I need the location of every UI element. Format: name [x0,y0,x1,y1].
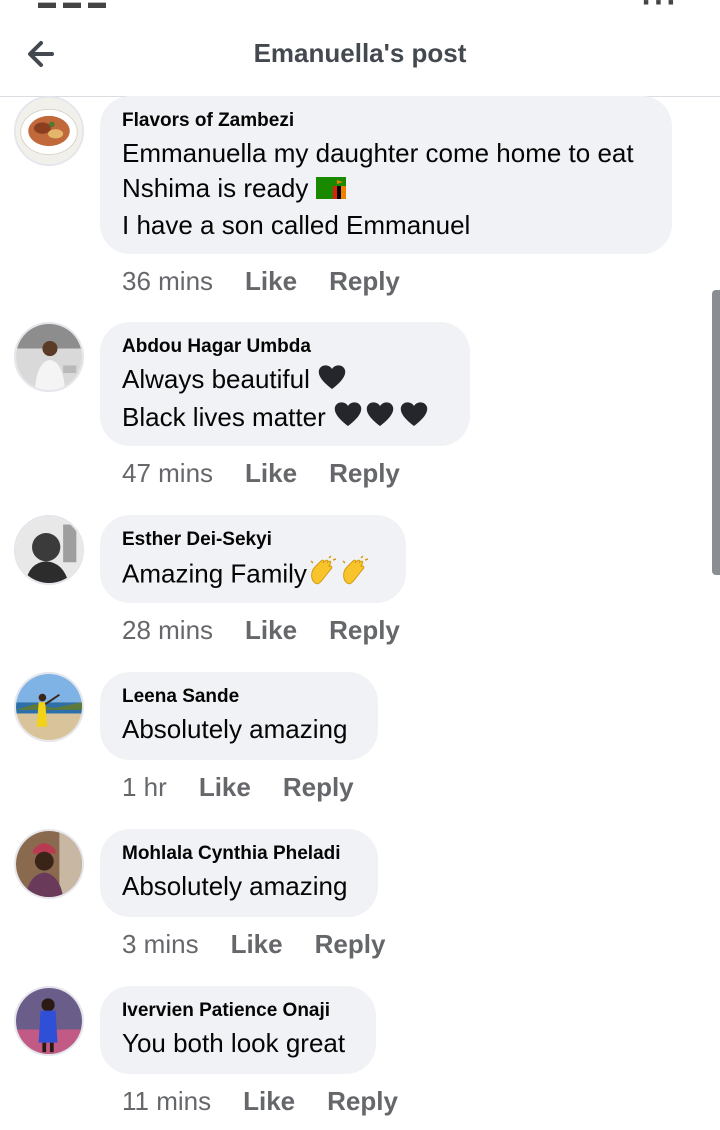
comment-bubble: Mohlala Cynthia Pheladi Absolutely amazi… [100,829,378,917]
reply-button[interactable]: Reply [329,458,400,489]
comment-text-line: Black lives matter [122,401,326,432]
beach-avatar-icon [16,674,82,740]
avatar[interactable] [14,515,84,585]
like-button[interactable]: Like [245,266,297,297]
person-avatar-icon [16,988,82,1054]
comment-author[interactable]: Leena Sande [122,686,354,708]
comment-text-line: I have a son called Emmanuel [122,209,471,240]
scrollbar[interactable] [712,290,720,575]
comment-timestamp[interactable]: 11 mins [122,1086,211,1117]
person-avatar-icon [16,517,82,583]
status-bar: ▬ ▬ ▬ ▪▪▪ [0,0,720,14]
like-button[interactable]: Like [245,458,297,489]
reply-button[interactable]: Reply [329,266,400,297]
comment-timestamp[interactable]: 47 mins [122,458,213,489]
comment-timestamp[interactable]: 36 mins [122,266,213,297]
comment-bubble: Esther Dei-Sekyi Amazing Family [100,515,406,603]
food-plate-avatar-icon [16,98,82,164]
comment-bubble: Abdou Hagar Umbda Always beautiful Black… [100,322,470,446]
comment-actions: 3 mins Like Reply [122,929,417,960]
comment-timestamp[interactable]: 3 mins [122,929,199,960]
post-header: Emanuella's post [0,14,720,97]
comment-text-line: Nshima is ready [122,173,309,203]
comment-actions: 28 mins Like Reply [122,615,432,646]
comment-text-line: Amazing Family [122,558,307,589]
reply-button[interactable]: Reply [327,1086,398,1117]
clapping-hands-emoji [339,555,371,596]
like-button[interactable]: Like [231,929,283,960]
status-icons-cropped: ▪▪▪ [642,0,680,12]
like-button[interactable]: Like [199,772,251,803]
black-heart-emoji [333,400,363,437]
avatar[interactable] [14,986,84,1056]
avatar[interactable] [14,96,84,166]
comment-text-line: You both look great [122,1028,346,1058]
comment-actions: 36 mins Like Reply [122,266,432,297]
comment-actions: 11 mins Like Reply [122,1086,430,1117]
avatar[interactable] [14,322,84,392]
person-avatar-icon [16,831,82,897]
black-heart-emoji [317,363,347,400]
comment-author[interactable]: Flavors of Zambezi [122,110,648,132]
person-avatar-icon [16,324,82,390]
comment-author[interactable]: Ivervien Patience Onaji [122,1000,352,1022]
avatar[interactable] [14,672,84,742]
comment-actions: 47 mins Like Reply [122,458,432,489]
comment-author[interactable]: Mohlala Cynthia Pheladi [122,843,354,865]
comment-timestamp[interactable]: 28 mins [122,615,213,646]
comment-bubble: Ivervien Patience Onaji You both look gr… [100,986,376,1074]
like-button[interactable]: Like [245,615,297,646]
comment-bubble: Leena Sande Absolutely amazing [100,672,378,760]
reply-button[interactable]: Reply [283,772,354,803]
comment-text-line: Absolutely amazing [122,871,348,901]
reply-button[interactable]: Reply [329,615,400,646]
page-title: Emanuella's post [253,38,467,68]
like-button[interactable]: Like [243,1086,295,1117]
clapping-hands-emoji [307,555,339,596]
comment-text-line: Absolutely amazing [122,714,348,744]
comment-author[interactable]: Esther Dei-Sekyi [122,529,382,551]
zambia-flag-emoji [315,173,346,208]
comment-text-line: Emmanuella my daughter come home to eat [122,138,634,168]
status-time-cropped: ▬ ▬ ▬ [38,0,108,12]
black-heart-emoji [397,400,431,437]
comment-bubble: Flavors of Zambezi Emmanuella my daughte… [100,96,672,254]
black-heart-emoji [363,400,397,437]
avatar[interactable] [14,829,84,899]
comment-author[interactable]: Abdou Hagar Umbda [122,336,446,358]
comment-text-line: Always beautiful [122,364,310,394]
comment-timestamp[interactable]: 1 hr [122,772,167,803]
comment-actions: 1 hr Like Reply [122,772,386,803]
reply-button[interactable]: Reply [315,929,386,960]
